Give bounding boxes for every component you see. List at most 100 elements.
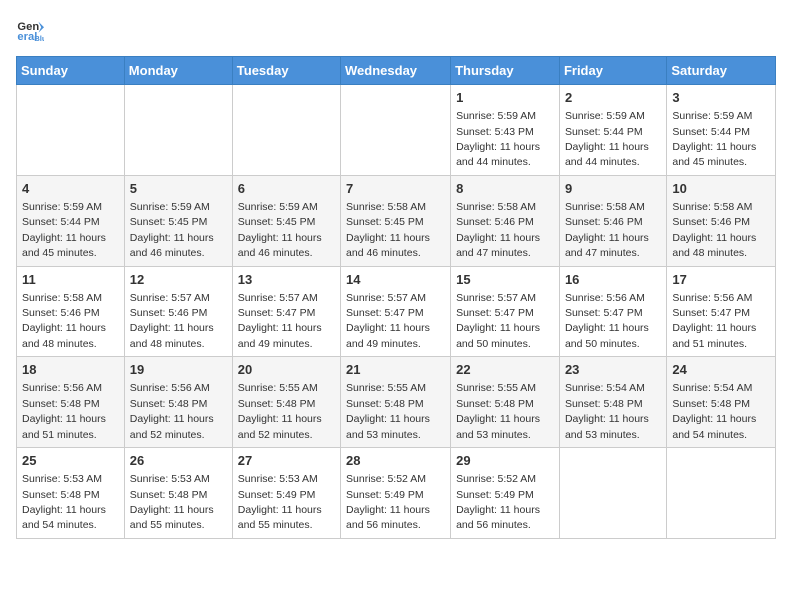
calendar-cell: 2 Sunrise: 5:59 AMSunset: 5:44 PMDaylight… — [559, 85, 666, 176]
day-info: Sunrise: 5:57 AMSunset: 5:47 PMDaylight:… — [346, 292, 430, 350]
day-number: 3 — [672, 89, 770, 107]
calendar-cell: 3 Sunrise: 5:59 AMSunset: 5:44 PMDaylight… — [667, 85, 776, 176]
day-info: Sunrise: 5:59 AMSunset: 5:45 PMDaylight:… — [238, 201, 322, 259]
day-info: Sunrise: 5:59 AMSunset: 5:44 PMDaylight:… — [565, 110, 649, 168]
week-row-4: 18 Sunrise: 5:56 AMSunset: 5:48 PMDayligh… — [17, 357, 776, 448]
day-info: Sunrise: 5:57 AMSunset: 5:47 PMDaylight:… — [456, 292, 540, 350]
col-header-wednesday: Wednesday — [341, 57, 451, 85]
day-info: Sunrise: 5:58 AMSunset: 5:46 PMDaylight:… — [456, 201, 540, 259]
calendar-cell: 16 Sunrise: 5:56 AMSunset: 5:47 PMDayligh… — [559, 266, 666, 357]
day-info: Sunrise: 5:58 AMSunset: 5:46 PMDaylight:… — [672, 201, 756, 259]
day-info: Sunrise: 5:56 AMSunset: 5:47 PMDaylight:… — [565, 292, 649, 350]
calendar-table: SundayMondayTuesdayWednesdayThursdayFrid… — [16, 56, 776, 539]
day-info: Sunrise: 5:56 AMSunset: 5:47 PMDaylight:… — [672, 292, 756, 350]
day-info: Sunrise: 5:58 AMSunset: 5:45 PMDaylight:… — [346, 201, 430, 259]
calendar-cell: 10Sunrise: 5:58 AMSunset: 5:46 PMDayligh… — [667, 175, 776, 266]
day-number: 25 — [22, 452, 119, 470]
calendar-cell: 22 Sunrise: 5:55 AMSunset: 5:48 PMDayligh… — [451, 357, 560, 448]
day-number: 16 — [565, 271, 661, 289]
day-info: Sunrise: 5:53 AMSunset: 5:48 PMDaylight:… — [130, 473, 214, 531]
col-header-monday: Monday — [124, 57, 232, 85]
col-header-thursday: Thursday — [451, 57, 560, 85]
calendar-cell: 7Sunrise: 5:58 AMSunset: 5:45 PMDaylight… — [341, 175, 451, 266]
week-row-2: 4 Sunrise: 5:59 AMSunset: 5:44 PMDaylight… — [17, 175, 776, 266]
calendar-cell: 21 Sunrise: 5:55 AMSunset: 5:48 PMDayligh… — [341, 357, 451, 448]
day-number: 12 — [130, 271, 227, 289]
day-number: 21 — [346, 361, 445, 379]
day-info: Sunrise: 5:52 AMSunset: 5:49 PMDaylight:… — [346, 473, 430, 531]
calendar-cell — [341, 85, 451, 176]
day-number: 13 — [238, 271, 335, 289]
col-header-saturday: Saturday — [667, 57, 776, 85]
day-number: 2 — [565, 89, 661, 107]
day-info: Sunrise: 5:55 AMSunset: 5:48 PMDaylight:… — [456, 382, 540, 440]
day-number: 26 — [130, 452, 227, 470]
calendar-cell: 29 Sunrise: 5:52 AMSunset: 5:49 PMDayligh… — [451, 448, 560, 539]
day-info: Sunrise: 5:57 AMSunset: 5:46 PMDaylight:… — [130, 292, 214, 350]
day-info: Sunrise: 5:57 AMSunset: 5:47 PMDaylight:… — [238, 292, 322, 350]
calendar-cell: 9 Sunrise: 5:58 AMSunset: 5:46 PMDaylight… — [559, 175, 666, 266]
day-number: 6 — [238, 180, 335, 198]
day-number: 15 — [456, 271, 554, 289]
calendar-cell — [17, 85, 125, 176]
day-number: 28 — [346, 452, 445, 470]
calendar-cell: 25 Sunrise: 5:53 AMSunset: 5:48 PMDayligh… — [17, 448, 125, 539]
day-number: 18 — [22, 361, 119, 379]
day-number: 27 — [238, 452, 335, 470]
day-info: Sunrise: 5:52 AMSunset: 5:49 PMDaylight:… — [456, 473, 540, 531]
day-info: Sunrise: 5:59 AMSunset: 5:45 PMDaylight:… — [130, 201, 214, 259]
day-info: Sunrise: 5:59 AMSunset: 5:44 PMDaylight:… — [22, 201, 106, 259]
calendar-cell: 13 Sunrise: 5:57 AMSunset: 5:47 PMDayligh… — [232, 266, 340, 357]
day-number: 9 — [565, 180, 661, 198]
day-info: Sunrise: 5:58 AMSunset: 5:46 PMDaylight:… — [22, 292, 106, 350]
day-number: 19 — [130, 361, 227, 379]
calendar-cell — [124, 85, 232, 176]
calendar-cell: 20Sunrise: 5:55 AMSunset: 5:48 PMDayligh… — [232, 357, 340, 448]
calendar-cell: 24Sunrise: 5:54 AMSunset: 5:48 PMDayligh… — [667, 357, 776, 448]
day-number: 20 — [238, 361, 335, 379]
page-header: Gen eral Blue — [16, 16, 776, 44]
calendar-cell: 17 Sunrise: 5:56 AMSunset: 5:47 PMDayligh… — [667, 266, 776, 357]
day-number: 11 — [22, 271, 119, 289]
day-info: Sunrise: 5:54 AMSunset: 5:48 PMDaylight:… — [565, 382, 649, 440]
col-header-tuesday: Tuesday — [232, 57, 340, 85]
day-number: 23 — [565, 361, 661, 379]
day-number: 8 — [456, 180, 554, 198]
day-info: Sunrise: 5:53 AMSunset: 5:48 PMDaylight:… — [22, 473, 106, 531]
day-info: Sunrise: 5:58 AMSunset: 5:46 PMDaylight:… — [565, 201, 649, 259]
calendar-cell: 4 Sunrise: 5:59 AMSunset: 5:44 PMDaylight… — [17, 175, 125, 266]
calendar-cell: 5Sunrise: 5:59 AMSunset: 5:45 PMDaylight… — [124, 175, 232, 266]
day-number: 14 — [346, 271, 445, 289]
calendar-cell: 28 Sunrise: 5:52 AMSunset: 5:49 PMDayligh… — [341, 448, 451, 539]
calendar-cell: 19 Sunrise: 5:56 AMSunset: 5:48 PMDayligh… — [124, 357, 232, 448]
week-row-1: 1 Sunrise: 5:59 AMSunset: 5:43 PMDaylight… — [17, 85, 776, 176]
day-info: Sunrise: 5:53 AMSunset: 5:49 PMDaylight:… — [238, 473, 322, 531]
calendar-cell: 12 Sunrise: 5:57 AMSunset: 5:46 PMDayligh… — [124, 266, 232, 357]
calendar-cell: 26 Sunrise: 5:53 AMSunset: 5:48 PMDayligh… — [124, 448, 232, 539]
logo: Gen eral Blue — [16, 16, 48, 44]
logo-icon: Gen eral Blue — [16, 16, 44, 44]
calendar-cell: 14 Sunrise: 5:57 AMSunset: 5:47 PMDayligh… — [341, 266, 451, 357]
week-row-5: 25 Sunrise: 5:53 AMSunset: 5:48 PMDayligh… — [17, 448, 776, 539]
day-info: Sunrise: 5:59 AMSunset: 5:43 PMDaylight:… — [456, 110, 540, 168]
day-info: Sunrise: 5:56 AMSunset: 5:48 PMDaylight:… — [130, 382, 214, 440]
calendar-cell: 23 Sunrise: 5:54 AMSunset: 5:48 PMDayligh… — [559, 357, 666, 448]
calendar-cell: 18 Sunrise: 5:56 AMSunset: 5:48 PMDayligh… — [17, 357, 125, 448]
day-info: Sunrise: 5:56 AMSunset: 5:48 PMDaylight:… — [22, 382, 106, 440]
day-info: Sunrise: 5:55 AMSunset: 5:48 PMDaylight:… — [346, 382, 430, 440]
col-header-friday: Friday — [559, 57, 666, 85]
day-number: 22 — [456, 361, 554, 379]
day-number: 1 — [456, 89, 554, 107]
day-number: 4 — [22, 180, 119, 198]
week-row-3: 11 Sunrise: 5:58 AMSunset: 5:46 PMDayligh… — [17, 266, 776, 357]
col-header-sunday: Sunday — [17, 57, 125, 85]
day-number: 17 — [672, 271, 770, 289]
calendar-cell — [559, 448, 666, 539]
calendar-cell — [232, 85, 340, 176]
day-number: 24 — [672, 361, 770, 379]
day-info: Sunrise: 5:59 AMSunset: 5:44 PMDaylight:… — [672, 110, 756, 168]
calendar-cell: 11 Sunrise: 5:58 AMSunset: 5:46 PMDayligh… — [17, 266, 125, 357]
day-number: 29 — [456, 452, 554, 470]
calendar-cell: 6 Sunrise: 5:59 AMSunset: 5:45 PMDaylight… — [232, 175, 340, 266]
calendar-cell: 15 Sunrise: 5:57 AMSunset: 5:47 PMDayligh… — [451, 266, 560, 357]
